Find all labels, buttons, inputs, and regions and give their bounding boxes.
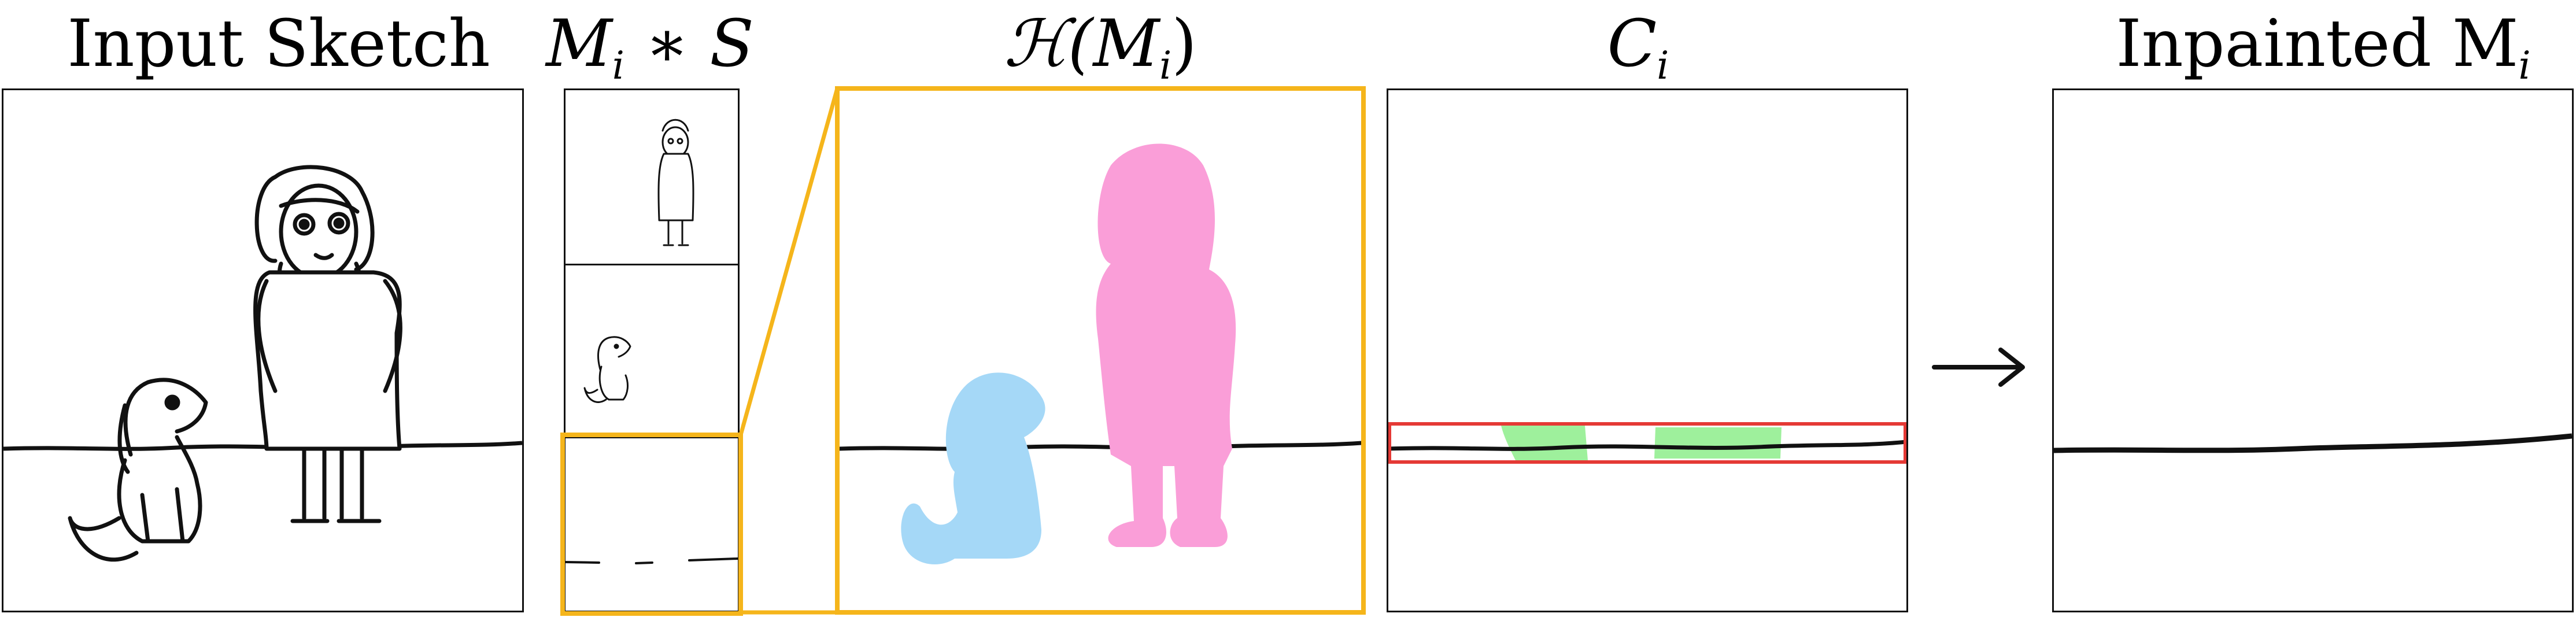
conflict-fill-dog bbox=[1501, 426, 1588, 460]
input-sketch-drawing bbox=[3, 165, 522, 562]
girl-figure bbox=[253, 165, 402, 523]
right-arrow-icon bbox=[1932, 348, 2025, 387]
conflict-fill-girl bbox=[1654, 427, 1782, 459]
mask-ground-drawing bbox=[566, 557, 738, 564]
hull-drawing bbox=[839, 143, 1362, 564]
title-input-sketch: Input Sketch bbox=[67, 6, 490, 82]
panel-mask-ground bbox=[564, 437, 740, 612]
zoom-line-top bbox=[738, 88, 840, 435]
inpainted-drawing bbox=[2054, 433, 2572, 453]
girl-hull-region bbox=[1096, 143, 1236, 547]
panel-mask-girl bbox=[564, 88, 740, 265]
inpainted-ground-line bbox=[2054, 433, 2572, 453]
title-hull: ℋ(Mi) bbox=[1004, 6, 1197, 88]
conflict-box bbox=[1388, 422, 1906, 464]
panel-conflict bbox=[1387, 88, 1908, 612]
title-masked-sketch: Mi ∗ S bbox=[546, 6, 754, 88]
title-inpainted: Inpainted Mi bbox=[2116, 6, 2531, 88]
conflict-drawing bbox=[1388, 422, 1906, 464]
mask-dog-drawing bbox=[583, 336, 631, 403]
ground-line bbox=[3, 441, 522, 451]
panel-mask-dog bbox=[564, 264, 740, 438]
panel-hull bbox=[837, 88, 1363, 612]
dog-hull-region bbox=[901, 372, 1045, 564]
title-conflict: Ci bbox=[1607, 6, 1669, 88]
hull-ground-line bbox=[839, 441, 1362, 451]
conflict-ground-line bbox=[1388, 439, 1906, 451]
mask-girl-drawing bbox=[657, 119, 694, 246]
dog-figure bbox=[68, 378, 208, 562]
panel-input-sketch bbox=[2, 88, 524, 612]
panel-inpainted bbox=[2052, 88, 2574, 612]
